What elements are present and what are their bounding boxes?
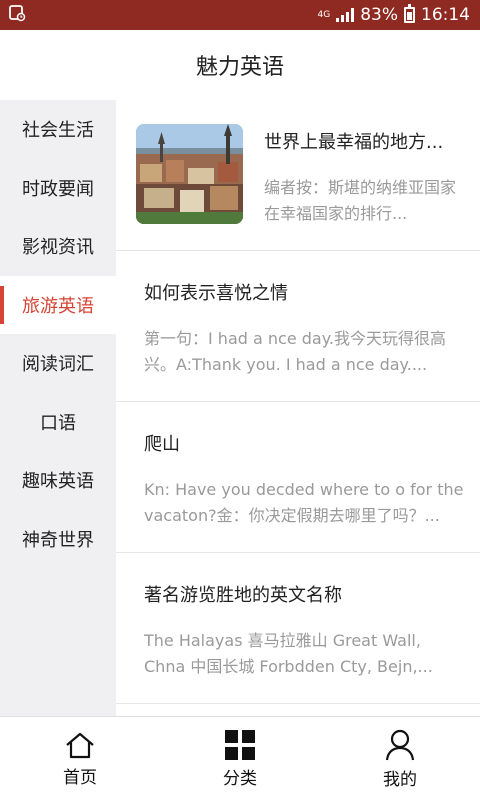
article-list: 世界上最幸福的地方... 编者按：斯堪的纳维亚国家在幸福国家的排行... 如何表… (116, 100, 480, 716)
article-title: 著名游览胜地的英文名称 (144, 585, 342, 606)
nav-mine-label: 我的 (383, 769, 417, 790)
sidebar-item-label: 时政要闻 (22, 178, 94, 200)
article-title: 爬山 (144, 434, 180, 455)
grid-icon (224, 729, 256, 760)
article-excerpt: The Halayas 喜马拉雅山 Great Wall, Chna 中国长城 … (144, 631, 433, 676)
sidebar-item-spoken[interactable]: 口语 (0, 393, 116, 452)
list-item[interactable]: 如何表示喜悦之情 第一句：I had a nce day.我今天玩得很高兴。A:… (116, 251, 480, 402)
notification-icon (8, 4, 26, 26)
sidebar-item-label: 口语 (40, 412, 76, 434)
home-icon (64, 731, 96, 759)
sidebar-item-fun[interactable]: 趣味英语 (0, 451, 116, 510)
sidebar-item-travel[interactable]: 旅游英语 (0, 275, 116, 334)
category-sidebar: 社会生活 时政要闻 影视资讯 旅游英语 阅读词汇 口语 趣味英语 神奇世界 (0, 100, 116, 716)
article-thumbnail (136, 124, 243, 224)
article-excerpt: 编者按：斯堪的纳维亚国家在幸福国家的排行... (264, 178, 457, 223)
nav-mine[interactable]: 我的 (320, 717, 480, 801)
sidebar-item-label: 趣味英语 (22, 471, 94, 493)
article-title: 世界上最幸福的地方... (264, 132, 444, 153)
clock-time: 16:14 (421, 5, 470, 25)
article-title: 如何表示喜悦之情 (144, 283, 288, 304)
battery-icon (404, 4, 415, 23)
list-item[interactable]: 著名游览胜地的英文名称 The Halayas 喜马拉雅山 Great Wall… (116, 553, 480, 704)
sidebar-item-label: 阅读词汇 (22, 354, 94, 376)
sidebar-item-society[interactable]: 社会生活 (0, 100, 116, 159)
sidebar-item-reading[interactable]: 阅读词汇 (0, 334, 116, 393)
nav-category-label: 分类 (223, 768, 257, 789)
list-item[interactable]: 爬山 Kn: Have you decded where to o for th… (116, 402, 480, 553)
sidebar-item-label: 社会生活 (22, 120, 94, 142)
nav-home[interactable]: 首页 (0, 717, 160, 801)
article-excerpt: 第一句：I had a nce day.我今天玩得很高兴。A:Thank you… (144, 329, 446, 374)
signal-icon (336, 8, 355, 22)
sidebar-item-film[interactable]: 影视资讯 (0, 217, 116, 276)
page-title: 魅力英语 (195, 55, 284, 80)
page-header: 魅力英语 (0, 30, 480, 101)
sidebar-item-label: 神奇世界 (22, 529, 94, 551)
nav-category[interactable]: 分类 (160, 717, 320, 801)
sidebar-item-label: 影视资讯 (22, 237, 94, 259)
status-bar: 4G 83% 16:14 (0, 0, 480, 30)
battery-percent: 83% (360, 5, 398, 25)
nav-home-label: 首页 (63, 767, 97, 788)
sidebar-item-politics[interactable]: 时政要闻 (0, 159, 116, 218)
bottom-navigation: 首页 分类 我的 (0, 716, 480, 801)
article-excerpt: Kn: Have you decded where to o for the v… (144, 480, 464, 525)
user-icon (385, 729, 415, 761)
list-item[interactable]: 世界上最幸福的地方... 编者按：斯堪的纳维亚国家在幸福国家的排行... (116, 100, 480, 251)
network-type: 4G (317, 9, 331, 20)
sidebar-item-world[interactable]: 神奇世界 (0, 510, 116, 569)
sidebar-item-label: 旅游英语 (22, 295, 94, 317)
